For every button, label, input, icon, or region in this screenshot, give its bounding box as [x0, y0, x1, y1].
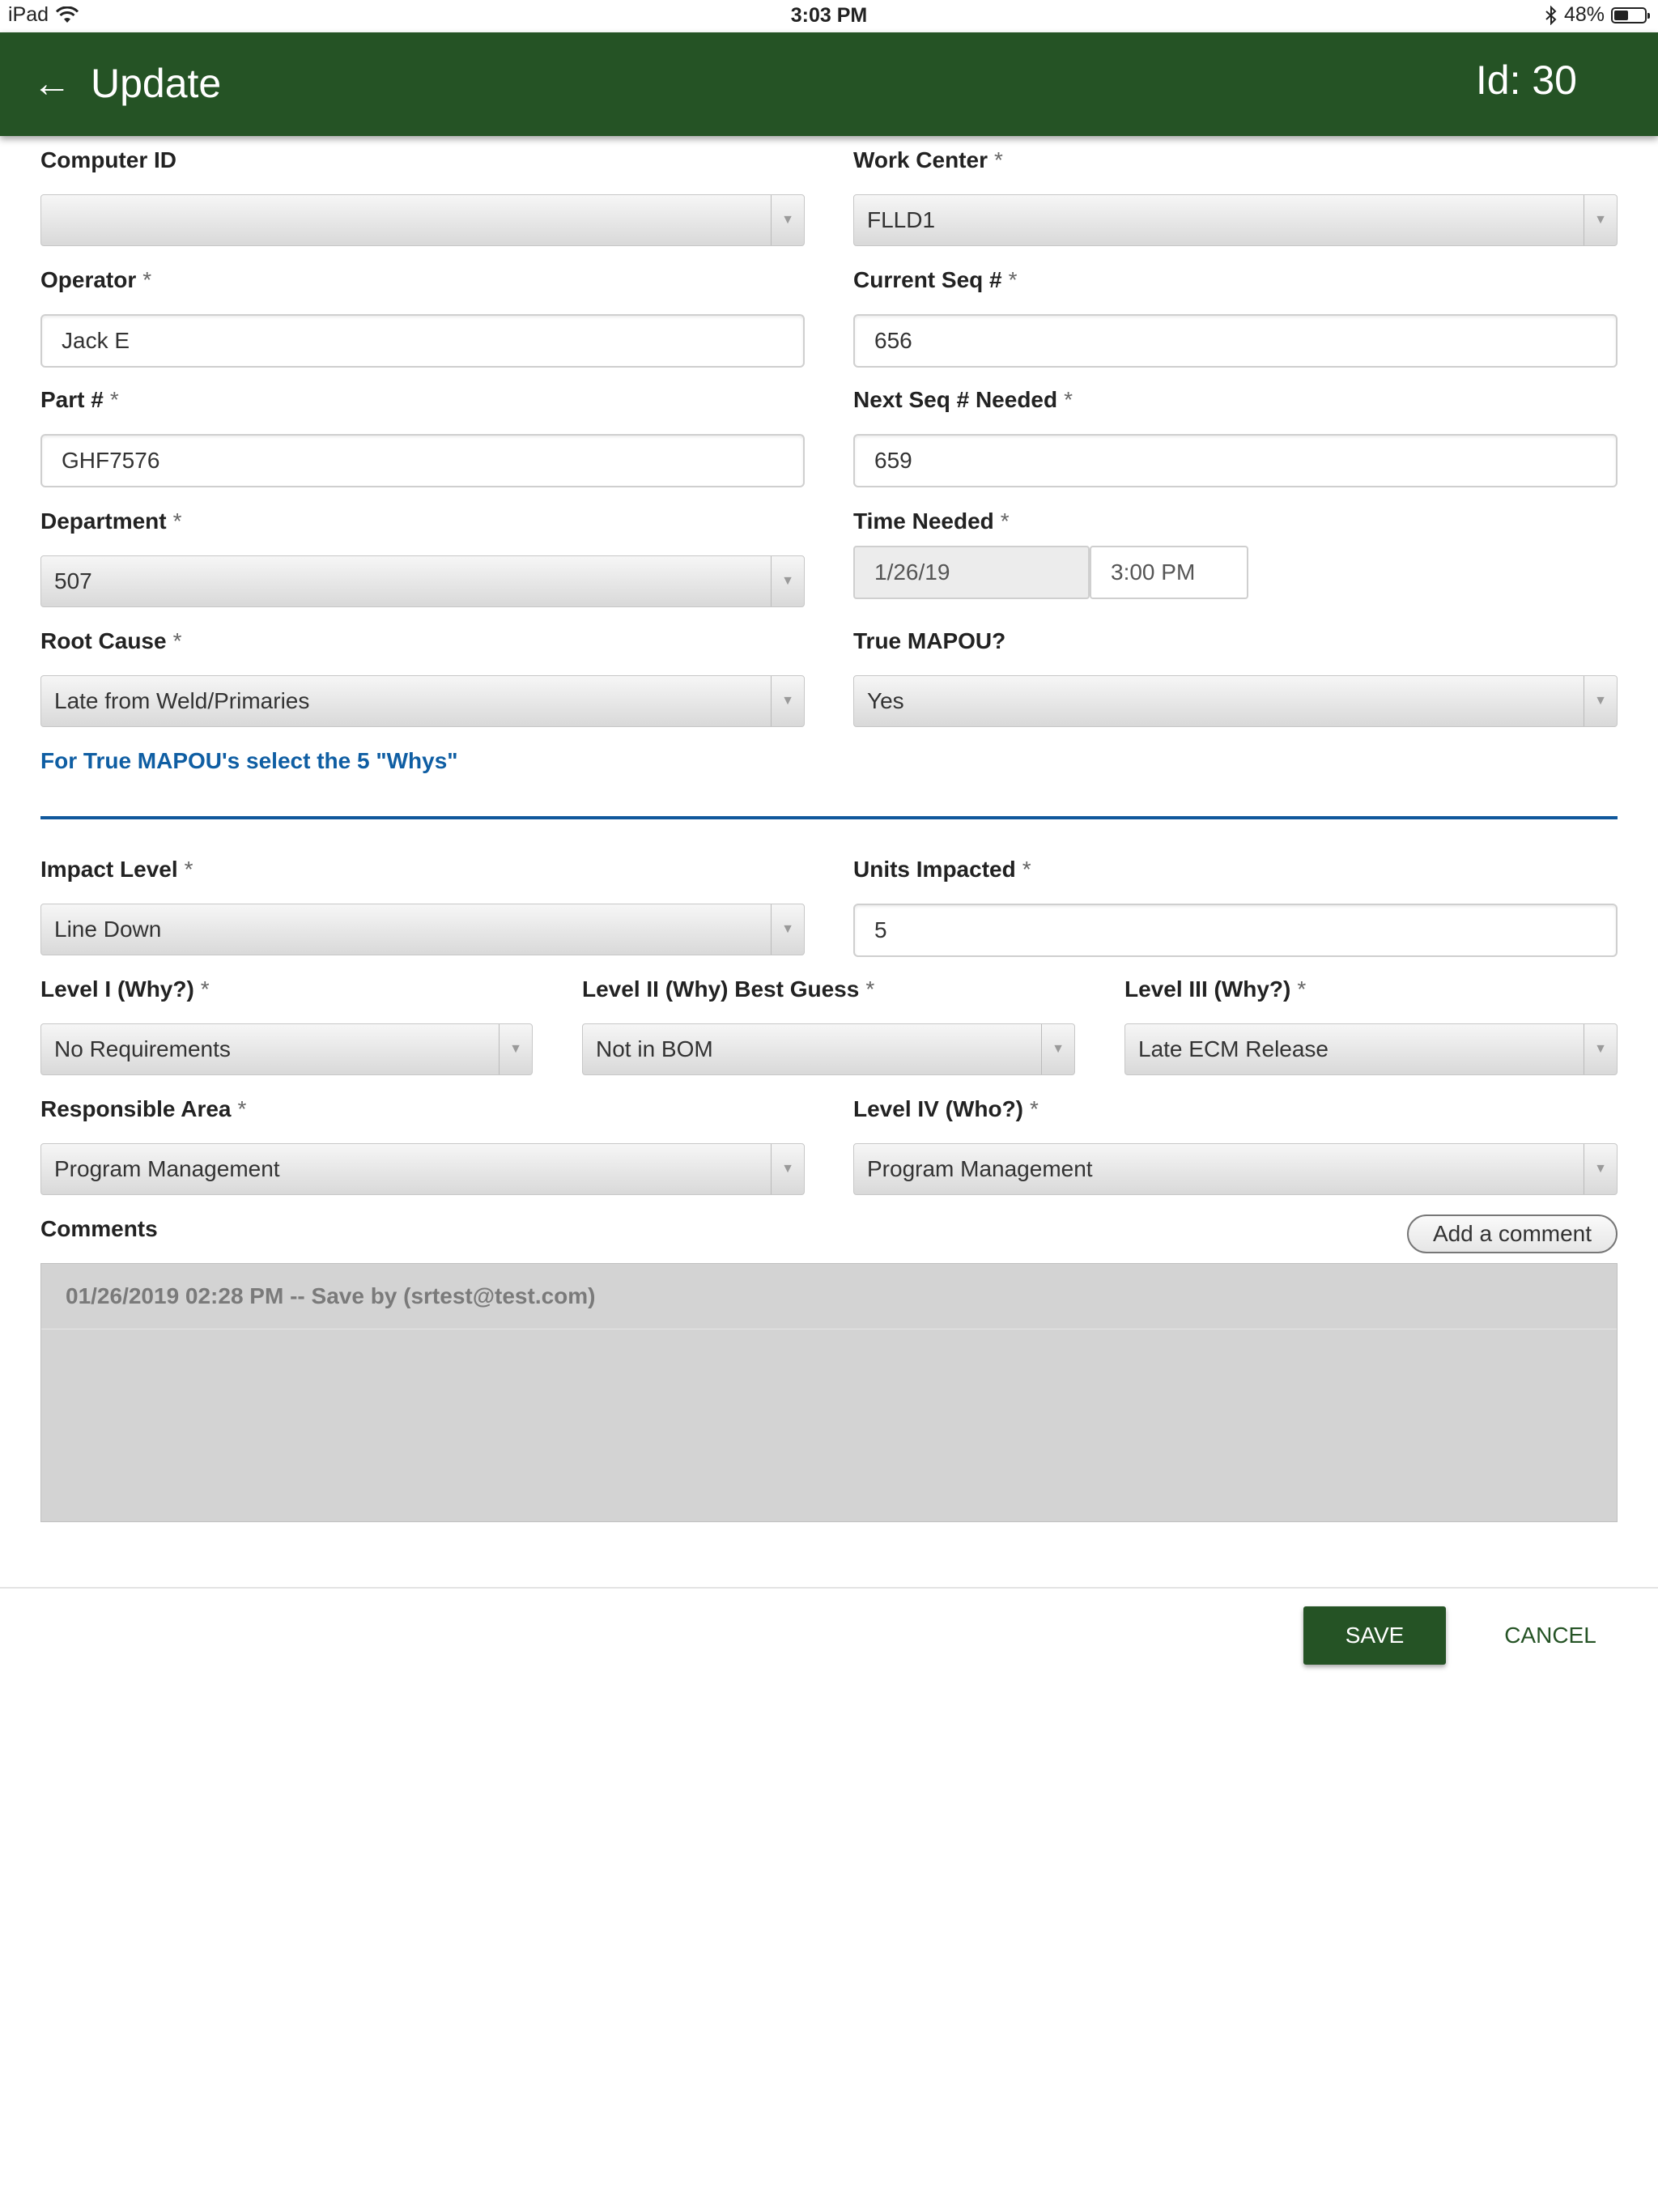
department-field: Department * 507 ▼ — [40, 507, 805, 607]
level-2-value: Not in BOM — [596, 1036, 713, 1061]
root-cause-value: Late from Weld/Primaries — [54, 688, 310, 713]
work-center-select[interactable]: FLLD1 ▼ — [853, 194, 1618, 246]
computer-id-label: Computer ID — [40, 147, 176, 172]
chevron-down-icon: ▼ — [771, 676, 804, 726]
part-label: Part # * — [40, 387, 119, 412]
next-seq-field: Next Seq # Needed * 659 — [853, 385, 1618, 487]
impact-level-select[interactable]: Line Down ▼ — [40, 904, 805, 955]
level-3-field: Level III (Why?) * Late ECM Release ▼ — [1124, 975, 1618, 1075]
responsible-area-select[interactable]: Program Management ▼ — [40, 1143, 805, 1195]
level-2-select[interactable]: Not in BOM ▼ — [582, 1023, 1075, 1075]
part-field: Part # * GHF7576 — [40, 385, 805, 487]
level-3-select[interactable]: Late ECM Release ▼ — [1124, 1023, 1618, 1075]
operator-input[interactable]: Jack E — [40, 314, 805, 368]
level-1-label: Level I (Why?) * — [40, 976, 210, 1002]
operator-field: Operator * Jack E — [40, 266, 805, 368]
true-mapou-select[interactable]: Yes ▼ — [853, 675, 1618, 727]
true-mapou-value: Yes — [867, 688, 904, 713]
level-4-label: Level IV (Who?) * — [853, 1096, 1039, 1121]
impact-level-label: Impact Level * — [40, 857, 193, 882]
bluetooth-icon — [1545, 5, 1557, 25]
chevron-down-icon: ▼ — [771, 904, 804, 955]
comment-entry: 01/26/2019 02:28 PM -- Save by (srtest@t… — [41, 1264, 1617, 1329]
record-id: Id: 30 — [1475, 57, 1577, 103]
why-instruction: For True MAPOU's select the 5 "Whys" — [40, 748, 458, 773]
root-cause-field: Root Cause * Late from Weld/Primaries ▼ — [40, 627, 805, 727]
work-center-label: Work Center * — [853, 147, 1003, 172]
time-needed-field: Time Needed * 1/26/19 3:00 PM — [853, 507, 1618, 604]
section-divider — [40, 816, 1618, 819]
level-4-field: Level IV (Who?) * Program Management ▼ — [853, 1095, 1618, 1195]
department-select[interactable]: 507 ▼ — [40, 555, 805, 607]
work-center-value: FLLD1 — [867, 207, 936, 232]
chevron-down-icon: ▼ — [1584, 1144, 1617, 1194]
chevron-down-icon: ▼ — [499, 1024, 532, 1074]
operator-label: Operator * — [40, 267, 152, 292]
status-time: 3:03 PM — [790, 4, 868, 27]
comments-list: 01/26/2019 02:28 PM -- Save by (srtest@t… — [40, 1263, 1618, 1522]
date-input[interactable]: 1/26/19 — [853, 546, 1090, 599]
true-mapou-field: True MAPOU? Yes ▼ — [853, 627, 1618, 727]
footer-divider — [0, 1587, 1658, 1589]
units-impacted-input[interactable]: 5 — [853, 904, 1618, 957]
next-seq-input[interactable]: 659 — [853, 434, 1618, 487]
chevron-down-icon: ▼ — [1584, 195, 1617, 245]
chevron-down-icon: ▼ — [1584, 676, 1617, 726]
time-needed-label: Time Needed * — [853, 508, 1010, 534]
impact-level-value: Line Down — [54, 917, 162, 942]
responsible-area-field: Responsible Area * Program Management ▼ — [40, 1095, 805, 1195]
cancel-button[interactable]: CANCEL — [1490, 1606, 1611, 1665]
chevron-down-icon: ▼ — [1041, 1024, 1074, 1074]
part-input[interactable]: GHF7576 — [40, 434, 805, 487]
department-label: Department * — [40, 508, 182, 534]
responsible-area-value: Program Management — [54, 1156, 280, 1181]
chevron-down-icon: ▼ — [1584, 1024, 1617, 1074]
level-1-select[interactable]: No Requirements ▼ — [40, 1023, 533, 1075]
time-input[interactable]: 3:00 PM — [1090, 546, 1248, 599]
level-4-value: Program Management — [867, 1156, 1093, 1181]
level-2-label: Level II (Why) Best Guess * — [582, 976, 875, 1002]
comments-label: Comments — [40, 1216, 158, 1241]
add-comment-button[interactable]: Add a comment — [1407, 1214, 1618, 1253]
battery-level — [1614, 10, 1629, 20]
chevron-down-icon: ▼ — [771, 556, 804, 606]
current-seq-field: Current Seq # * 656 — [853, 266, 1618, 368]
root-cause-label: Root Cause * — [40, 628, 182, 653]
back-arrow-icon[interactable]: ← — [29, 62, 74, 107]
units-impacted-field: Units Impacted * 5 — [853, 855, 1618, 957]
department-value: 507 — [54, 568, 92, 593]
level-2-field: Level II (Why) Best Guess * Not in BOM ▼ — [582, 975, 1075, 1075]
next-seq-label: Next Seq # Needed * — [853, 387, 1073, 412]
work-center-field: Work Center * FLLD1 ▼ — [853, 146, 1618, 246]
impact-level-field: Impact Level * Line Down ▼ — [40, 855, 805, 955]
battery-percent: 48% — [1563, 3, 1605, 26]
chevron-down-icon: ▼ — [771, 195, 804, 245]
level-1-field: Level I (Why?) * No Requirements ▼ — [40, 975, 533, 1075]
status-bar: iPad 3:03 PM 48% — [0, 0, 1658, 32]
comments-section-label: Comments — [40, 1214, 158, 1244]
computer-id-field: Computer ID ▼ — [40, 146, 805, 246]
current-seq-input[interactable]: 656 — [853, 314, 1618, 368]
battery-icon — [1611, 6, 1650, 23]
level-4-select[interactable]: Program Management ▼ — [853, 1143, 1618, 1195]
root-cause-select[interactable]: Late from Weld/Primaries ▼ — [40, 675, 805, 727]
page-title: Update — [91, 61, 222, 106]
app-bar: ← Update Id: 30 — [0, 32, 1658, 136]
current-seq-label: Current Seq # * — [853, 267, 1018, 292]
save-button[interactable]: SAVE — [1303, 1606, 1446, 1665]
computer-id-select[interactable]: ▼ — [40, 194, 805, 246]
level-1-value: No Requirements — [54, 1036, 231, 1061]
true-mapou-label: True MAPOU? — [853, 628, 1006, 653]
units-impacted-label: Units Impacted * — [853, 857, 1031, 882]
responsible-area-label: Responsible Area * — [40, 1096, 247, 1121]
chevron-down-icon: ▼ — [771, 1144, 804, 1194]
level-3-value: Late ECM Release — [1138, 1036, 1329, 1061]
status-right: 48% — [1545, 3, 1650, 27]
level-3-label: Level III (Why?) * — [1124, 976, 1307, 1002]
